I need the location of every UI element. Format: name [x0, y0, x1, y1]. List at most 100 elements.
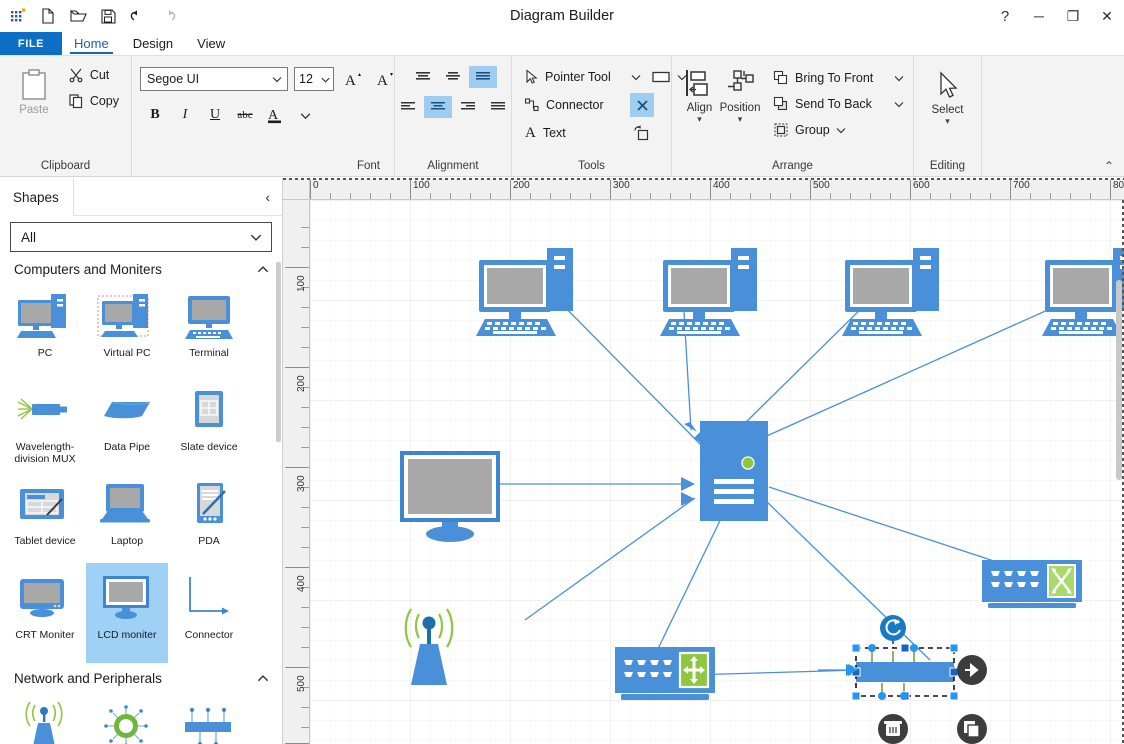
- sidebar-scrollbar[interactable]: [276, 262, 281, 442]
- tab-home[interactable]: Home: [62, 32, 121, 55]
- diagram-canvas[interactable]: [310, 200, 1124, 744]
- tab-file[interactable]: FILE: [0, 32, 62, 55]
- section-title-network: Network and Peripherals: [14, 671, 162, 686]
- shape-wdm[interactable]: Wavelength-division MUX: [4, 375, 86, 467]
- open-folder-icon[interactable]: [64, 2, 92, 30]
- chevron-down-icon[interactable]: ▾: [697, 116, 702, 123]
- send-to-back-button[interactable]: Send To Back: [769, 91, 893, 117]
- align-center-button[interactable]: [424, 96, 452, 118]
- align-bottom-button[interactable]: [469, 66, 497, 88]
- tab-design[interactable]: Design: [121, 32, 185, 55]
- cut-button[interactable]: Cut: [64, 62, 123, 88]
- ribbon-tabs: FILE Home Design View: [0, 32, 1124, 55]
- shape-rect-icon[interactable]: [650, 69, 672, 85]
- align-menu-button[interactable]: Align ▾: [680, 62, 719, 123]
- tab-view[interactable]: View: [185, 32, 237, 55]
- chevron-down-icon[interactable]: ▾: [945, 118, 950, 125]
- shape-virtual-pc[interactable]: Virtual PC: [86, 281, 168, 373]
- quick-arrow-button[interactable]: [957, 655, 987, 685]
- align-left-button[interactable]: [394, 96, 422, 118]
- pointer-tool-button[interactable]: Pointer Tool: [520, 64, 626, 90]
- strikethrough-button[interactable]: abc: [232, 102, 258, 128]
- close-button[interactable]: ✕: [1090, 0, 1124, 32]
- position-menu-button[interactable]: Position ▾: [719, 62, 761, 123]
- shape-pc[interactable]: PC: [4, 281, 86, 373]
- canvas-server[interactable]: [700, 421, 768, 521]
- clipboard-group-label: Clipboard: [0, 158, 131, 174]
- shape-wireless-access-point[interactable]: Wireless access point: [4, 690, 86, 744]
- editing-group-label: Editing: [914, 158, 981, 174]
- shape-grid-network: Wireless access point Ring network: [0, 690, 282, 744]
- canvas-switch-1[interactable]: [615, 647, 715, 700]
- maximize-button[interactable]: ❐: [1056, 0, 1090, 32]
- section-header-computers[interactable]: Computers and Moniters: [0, 252, 282, 281]
- align-justify-button[interactable]: [484, 96, 512, 118]
- save-icon[interactable]: [94, 2, 122, 30]
- connector-tool-button[interactable]: Connector: [520, 92, 626, 118]
- group-icon: [773, 122, 789, 138]
- shape-category-filter[interactable]: All: [10, 222, 272, 252]
- shape-wdm-label: Wavelength-division MUX: [5, 441, 85, 465]
- group-button[interactable]: Group: [769, 117, 835, 143]
- bring-to-front-button[interactable]: Bring To Front: [769, 65, 893, 91]
- shape-connector[interactable]: Connector: [168, 563, 250, 655]
- paste-button[interactable]: Paste: [8, 62, 60, 116]
- font-color-button[interactable]: A: [262, 102, 288, 128]
- shape-ethernet[interactable]: Ethernet: [168, 690, 250, 744]
- diagram-svg[interactable]: [310, 200, 1124, 744]
- shape-ring-network[interactable]: Ring network: [86, 690, 168, 744]
- copy-button[interactable]: Copy: [64, 88, 123, 114]
- undo-icon[interactable]: [124, 2, 152, 30]
- shape-pda[interactable]: PDA: [168, 469, 250, 561]
- font-more-chevron-icon[interactable]: [292, 102, 318, 128]
- scissors-icon: [68, 67, 84, 83]
- shape-crt-monitor[interactable]: CRT Moniter: [4, 563, 86, 655]
- italic-button[interactable]: I: [172, 102, 198, 128]
- delete-x-button[interactable]: [630, 93, 654, 117]
- tools-group-label: Tools: [512, 158, 671, 174]
- shape-lcd-monitor[interactable]: LCD moniter: [86, 563, 168, 663]
- font-size-combo[interactable]: 12: [294, 67, 334, 91]
- rotate-handle[interactable]: [880, 615, 906, 641]
- align-top-button[interactable]: [409, 66, 437, 88]
- shape-pda-label: PDA: [169, 535, 249, 547]
- hruler-label-300: 300: [613, 180, 630, 191]
- duplicate-button[interactable]: [957, 714, 987, 744]
- bold-button[interactable]: B: [142, 102, 168, 128]
- delete-button[interactable]: [878, 714, 908, 744]
- canvas-pc-4[interactable]: [1042, 248, 1124, 336]
- group-chevron-icon[interactable]: [835, 124, 847, 136]
- grow-font-button[interactable]: A: [340, 66, 366, 92]
- data-pipe-icon: [96, 381, 158, 439]
- collapse-panel-button[interactable]: ‹: [265, 189, 270, 205]
- canvas-switch-2[interactable]: [982, 560, 1082, 608]
- rotate-shape-icon[interactable]: [633, 124, 651, 142]
- section-header-network[interactable]: Network and Peripherals: [0, 665, 282, 690]
- align-right-button[interactable]: [454, 96, 482, 118]
- ribbon-group-clipboard: Paste Cut Copy: [0, 56, 131, 176]
- ribbon-collapse-button[interactable]: ⌃: [982, 158, 1124, 174]
- shape-slate-device[interactable]: Slate device: [168, 375, 250, 467]
- shape-data-pipe[interactable]: Data Pipe: [86, 375, 168, 467]
- app-menu-icon[interactable]: [4, 2, 32, 30]
- bring-to-front-chevron-icon[interactable]: [893, 72, 905, 84]
- text-tool-button[interactable]: A Text: [520, 120, 626, 146]
- select-menu-button[interactable]: Select ▾: [922, 64, 973, 125]
- shape-tablet-device[interactable]: Tablet device: [4, 469, 86, 561]
- section-title-computers: Computers and Moniters: [14, 262, 162, 277]
- hruler-label-0: 0: [313, 180, 319, 191]
- work-area: Shapes ‹ All Computers and Moniters: [0, 178, 1124, 744]
- underline-button[interactable]: U: [202, 102, 228, 128]
- send-to-back-chevron-icon[interactable]: [893, 98, 905, 110]
- chevron-down-icon[interactable]: ▾: [738, 116, 743, 123]
- shapes-panel-tab[interactable]: Shapes: [0, 178, 74, 216]
- shape-terminal[interactable]: Terminal: [168, 281, 250, 373]
- help-button[interactable]: ?: [988, 0, 1022, 32]
- new-document-icon[interactable]: [34, 2, 62, 30]
- font-name-combo[interactable]: Segoe UI: [140, 67, 288, 91]
- shape-laptop[interactable]: Laptop: [86, 469, 168, 561]
- minimize-button[interactable]: ─: [1022, 0, 1056, 32]
- shapes-panel: Shapes ‹ All Computers and Moniters: [0, 178, 283, 744]
- pointer-chevron-icon[interactable]: [630, 71, 642, 83]
- align-middle-button[interactable]: [439, 66, 467, 88]
